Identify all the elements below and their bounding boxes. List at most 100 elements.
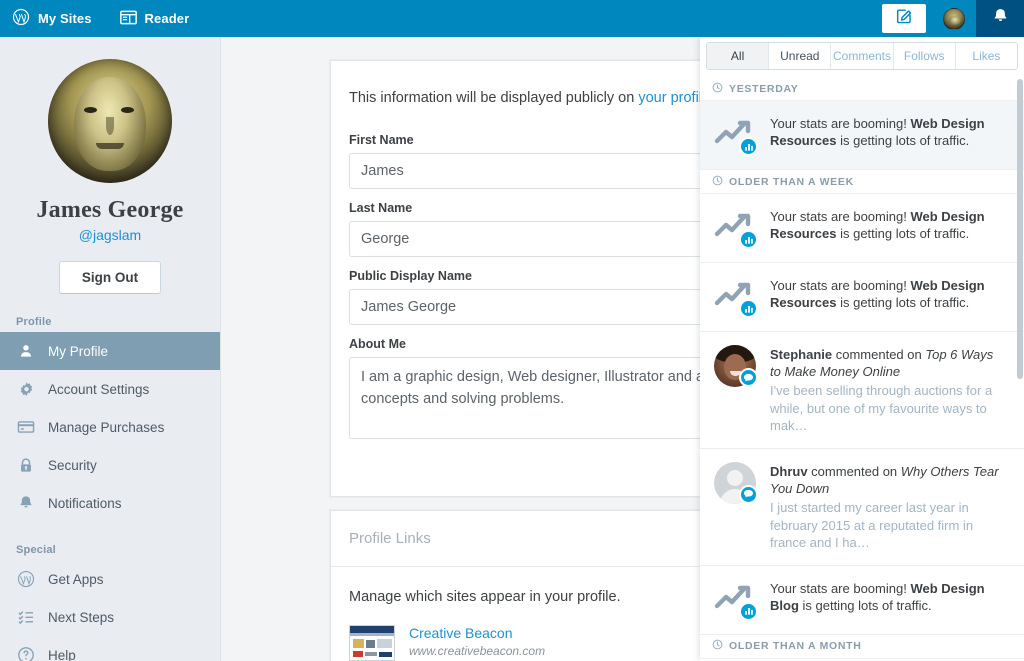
list-item[interactable]: Your stats are booming! Web Design Resou… [700, 101, 1024, 170]
list-item[interactable]: Your stats are booming! Web Design Resou… [700, 194, 1024, 263]
notification-icon [714, 114, 758, 156]
list-item[interactable]: Dhruv commented on Why Others Tear You D… [700, 448, 1024, 566]
comment-action: commented on [832, 347, 926, 362]
tab-all[interactable]: All [707, 43, 770, 69]
sidebar-item-next-steps[interactable]: Next Steps [0, 598, 220, 636]
profile-avatar[interactable] [48, 59, 172, 183]
help-circle-icon [16, 645, 36, 661]
notification-prefix: Your stats are booming! [770, 116, 911, 131]
notification-section-header: Yesterday [700, 77, 1024, 101]
profile-handle[interactable]: @jagslam [0, 227, 220, 243]
site-name-link[interactable]: Creative Beacon [409, 625, 545, 641]
comment-author: Stephanie [770, 347, 833, 362]
new-post-button[interactable] [882, 4, 926, 33]
bar-chart-icon [739, 299, 758, 318]
comment-action: commented on [807, 463, 901, 479]
comment-author: Dhruv [770, 463, 808, 479]
notification-text: Your stats are booming! Web Design Resou… [770, 207, 1006, 249]
sidebar-item-help[interactable]: Help [0, 636, 220, 661]
bell-icon [16, 493, 36, 513]
pencil-edit-icon [896, 8, 913, 30]
bar-chart-icon [739, 137, 758, 156]
sidebar-item-label: Account Settings [48, 381, 150, 397]
user-icon [16, 341, 36, 361]
notification-suffix: is getting lots of traffic. [836, 295, 970, 311]
wordpress-profile-screen: My Sites Reader James George @jagslam Si… [0, 0, 1024, 661]
tab-follows[interactable]: Follows [893, 43, 956, 69]
site-url: www.creativebeacon.com [409, 644, 546, 658]
masterbar-reader[interactable]: Reader [106, 0, 204, 37]
tab-likes[interactable]: Likes [955, 43, 1017, 69]
lock-icon [16, 455, 36, 475]
comment-bubble-icon [739, 484, 758, 504]
notifications-panel: All Unread Comments Follows Likes Yester… [700, 37, 1024, 661]
tab-comments[interactable]: Comments [831, 43, 894, 69]
wordpress-icon [12, 8, 30, 29]
notifications-list[interactable]: Yesterday [700, 77, 1024, 661]
sidebar-item-account-settings[interactable]: Account Settings [0, 370, 220, 408]
sign-out-wrap: Sign Out [0, 261, 220, 294]
notification-icon [714, 461, 758, 504]
clock-icon [712, 175, 723, 189]
notification-icon [714, 579, 758, 621]
notification-prefix: Your stats are booming! [770, 209, 911, 224]
profile-display-name: James George [36, 197, 184, 223]
comment-excerpt: I've been selling through auctions for a… [770, 383, 993, 434]
tab-unread[interactable]: Unread [769, 43, 832, 69]
masterbar-my-sites[interactable]: My Sites [0, 0, 106, 37]
bar-chart-icon [739, 230, 758, 249]
notification-icon [714, 345, 758, 387]
comment-bubble-icon [739, 368, 758, 387]
section-label: Older than a month [729, 640, 862, 653]
bar-chart-icon [739, 601, 758, 621]
site-thumbnail [349, 625, 395, 661]
site-info: Creative Beacon www.creativebeacon.com [409, 625, 545, 658]
comment-excerpt: I just started my career last year in fe… [770, 500, 974, 551]
notification-prefix: Your stats are booming! [770, 580, 911, 596]
notification-prefix: Your stats are booming! [770, 278, 911, 293]
sidebar-item-label: Help [48, 647, 76, 661]
wordpress-icon [16, 569, 36, 589]
sidebar-section-special: Special Get Apps Next Steps Help [0, 544, 220, 661]
sidebar-item-label: My Profile [48, 343, 109, 359]
sidebar-item-security[interactable]: Security [0, 446, 220, 484]
sidebar-item-manage-purchases[interactable]: Manage Purchases [0, 408, 220, 446]
gear-icon [16, 379, 36, 399]
list-item[interactable]: Your stats are booming! Web Design Resou… [700, 263, 1024, 332]
list-item[interactable]: Stephanie commented on Top 6 Ways to Mak… [700, 332, 1024, 449]
reader-icon [119, 10, 137, 28]
notifications-tabs: All Unread Comments Follows Likes [706, 42, 1018, 70]
clock-icon [712, 82, 723, 96]
notification-suffix: is getting lots of traffic. [798, 598, 932, 614]
notification-body: Dhruv commented on Why Others Tear You D… [770, 462, 1006, 552]
profile-links-title: Profile Links [349, 530, 431, 547]
notification-text: Dhruv commented on Why Others Tear You D… [770, 462, 1006, 497]
masterbar: My Sites Reader [0, 0, 1024, 37]
masterbar-my-sites-label: My Sites [38, 11, 92, 26]
credit-card-icon [16, 417, 36, 437]
clock-icon [712, 639, 723, 653]
avatar-mouth [96, 143, 124, 149]
list-item[interactable]: Your stats are booming! Web Design Blog … [700, 565, 1024, 635]
bell-icon [991, 7, 1010, 31]
masterbar-avatar-button[interactable] [932, 0, 976, 37]
sidebar-item-my-profile[interactable]: My Profile [0, 332, 220, 370]
sidebar-item-notifications[interactable]: Notifications [0, 484, 220, 522]
sign-out-button[interactable]: Sign Out [58, 261, 162, 294]
section-label: Older than a week [729, 175, 854, 188]
sidebar-item-get-apps[interactable]: Get Apps [0, 560, 220, 598]
intro-text-before: This information will be displayed publi… [349, 90, 639, 106]
avatar-nose [106, 117, 114, 135]
notification-text: Your stats are booming! Web Design Resou… [770, 114, 1006, 156]
masterbar-right-group [882, 0, 1024, 37]
checklist-icon [16, 607, 36, 627]
avatar [943, 7, 965, 30]
notifications-bell-button[interactable] [976, 0, 1024, 37]
sidebar-section-profile: Profile My Profile Account Settings Mana… [0, 316, 220, 522]
section-label: Yesterday [729, 82, 799, 95]
avatar-eye-left [84, 107, 97, 113]
notification-icon [714, 276, 758, 318]
notification-icon [714, 207, 758, 249]
notifications-scrollbar[interactable] [1017, 79, 1023, 379]
notification-text: Your stats are booming! Web Design Resou… [770, 276, 1006, 318]
